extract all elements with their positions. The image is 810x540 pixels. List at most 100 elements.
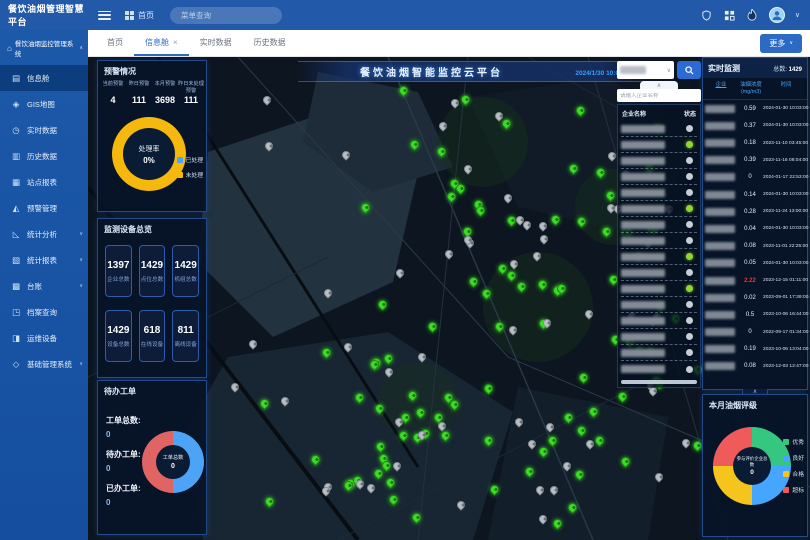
table-row[interactable]: 0.022023-09-01 17:39:00 xyxy=(703,289,807,306)
sidebar-item-device-ops[interactable]: ◨运维设备 xyxy=(0,325,88,351)
status-dot-online xyxy=(686,205,693,212)
company-name-input[interactable] xyxy=(620,93,698,99)
list-item[interactable] xyxy=(621,249,697,265)
list-item[interactable] xyxy=(621,201,697,217)
table-row[interactable]: 0.042024-01-30 10:03:00 xyxy=(703,220,807,237)
list-item[interactable] xyxy=(621,265,697,281)
table-row[interactable]: 0.592024-01-30 10:03:00 xyxy=(703,100,807,117)
list-item[interactable] xyxy=(621,217,697,233)
sidebar-item-label: GIS地图 xyxy=(27,99,55,110)
warning-panel-title: 预警情况 xyxy=(98,61,206,80)
list-item[interactable] xyxy=(621,361,697,377)
status-dot-online xyxy=(686,141,693,148)
table-row[interactable]: 02024-01-17 22:53:00 xyxy=(703,169,807,186)
sidebar-item-ledger[interactable]: ▩台账∨ xyxy=(0,273,88,299)
sidebar-item-stat-report[interactable]: ▧统计报表∨ xyxy=(0,247,88,273)
sidebar-item-dashboard[interactable]: ▤信息舱 xyxy=(0,65,88,91)
company-name-redacted xyxy=(621,333,665,341)
reading-time: 2023-10-06 13:04:00 xyxy=(763,347,807,352)
work-order-donut: 工单总数 0 xyxy=(142,431,204,493)
warning-stat-label: 本月预警 xyxy=(152,81,178,94)
list-item[interactable] xyxy=(621,313,697,329)
table-row[interactable]: 0.192023-10-06 13:04:00 xyxy=(703,341,807,358)
dashboard-icon: ▤ xyxy=(11,73,21,84)
table-row[interactable]: 0.082023-11-01 22:25:00 xyxy=(703,238,807,255)
reading-time: 2023-11-10 03:45:00 xyxy=(763,141,807,146)
list-item[interactable] xyxy=(621,345,697,361)
status-dot-offline xyxy=(686,366,693,373)
table-row[interactable]: 0.372024-01-30 10:03:00 xyxy=(703,117,807,134)
company-name-redacted xyxy=(621,253,665,261)
list-item[interactable] xyxy=(621,297,697,313)
table-row[interactable]: 0.282023-11-24 13:00:00 xyxy=(703,203,807,220)
sidebar-group-header[interactable]: ⌂ 餐饮油烟监控管理系统 ∧ xyxy=(0,30,88,65)
flame-icon[interactable] xyxy=(746,9,759,22)
list-item[interactable] xyxy=(621,281,697,297)
list-item[interactable] xyxy=(621,137,697,153)
table-row[interactable]: 0.052024-01-30 10:03:00 xyxy=(703,255,807,272)
sidebar-item-base-system[interactable]: ◇基础管理系统∨ xyxy=(0,351,88,377)
density-value: 0.37 xyxy=(737,123,763,129)
breadcrumb-home[interactable]: 首页 xyxy=(125,10,154,21)
company-search-button[interactable] xyxy=(677,61,701,79)
table-row[interactable]: 0.392023-11-16 08:04:00 xyxy=(703,152,807,169)
tab-首页[interactable]: 首页 xyxy=(96,30,134,56)
list-item[interactable] xyxy=(621,121,697,137)
legend-label: 优秀 xyxy=(792,437,804,446)
table-row[interactable]: 02022-09-17 01:34:00 xyxy=(703,323,807,340)
company-name-redacted xyxy=(621,205,665,213)
collapse-toggle[interactable]: ∧ xyxy=(640,81,678,89)
device-stat-value: 1429 xyxy=(141,260,163,271)
sidebar-item-site-report[interactable]: ▦站点报表 xyxy=(0,169,88,195)
map-canvas[interactable]: 餐饮油烟智能监控云平台 2024/1/30 10:03 星期二 预警情况 当前预… xyxy=(88,57,810,540)
sidebar-item-stat-analysis[interactable]: ◺统计分析∨ xyxy=(0,221,88,247)
chevron-down-icon[interactable]: ∨ xyxy=(795,11,800,19)
tab-信息舱[interactable]: 信息舱× xyxy=(134,30,189,56)
menu-search-box[interactable] xyxy=(170,7,282,24)
legend-label: 已处理 xyxy=(186,155,203,164)
warning-stat-value: 3698 xyxy=(152,95,178,105)
company-name-redacted xyxy=(621,173,665,181)
sidebar-item-label: 实时数据 xyxy=(27,125,57,136)
table-row[interactable]: 0.52023-10-06 16:44:00 xyxy=(703,306,807,323)
table-row[interactable]: 0.182023-11-10 03:45:00 xyxy=(703,134,807,151)
sidebar-item-gis-map[interactable]: ◈GIS地图 xyxy=(0,91,88,117)
table-row[interactable]: 0.142024-01-30 10:03:00 xyxy=(703,186,807,203)
company-list: 企业名称 状态 xyxy=(617,104,701,388)
tab-实时数据[interactable]: 实时数据 xyxy=(189,30,243,56)
breadcrumb-home-label: 首页 xyxy=(138,10,154,21)
company-filter-select[interactable]: ∨ xyxy=(617,61,674,79)
table-row[interactable]: 2.222023-12-15 01:11:00 xyxy=(703,272,807,289)
apps-grid-icon[interactable] xyxy=(723,9,736,22)
user-avatar[interactable] xyxy=(769,7,785,23)
company-name-redacted xyxy=(621,125,665,133)
list-item[interactable] xyxy=(621,185,697,201)
sidebar-item-warning-manage[interactable]: ◭预警管理 xyxy=(0,195,88,221)
sidebar-item-archive-query[interactable]: ◳档案查询 xyxy=(0,299,88,325)
list-item[interactable] xyxy=(621,233,697,249)
more-button[interactable]: 更多 ∨ xyxy=(760,34,802,53)
density-value: 0.18 xyxy=(737,140,763,146)
density-value: 2.22 xyxy=(737,278,763,284)
hamburger-menu-icon[interactable] xyxy=(98,11,111,20)
table-row[interactable]: 0.082023-12-03 12:47:00 xyxy=(703,358,807,375)
list-item[interactable] xyxy=(621,169,697,185)
sidebar-item-realtime-data[interactable]: ◷实时数据 xyxy=(0,117,88,143)
menu-search-input[interactable] xyxy=(181,11,278,20)
chevron-down-icon: ∨ xyxy=(79,231,83,237)
list-item[interactable] xyxy=(621,329,697,345)
warning-stat-value: 4 xyxy=(100,95,126,105)
shield-icon[interactable] xyxy=(700,9,713,22)
close-icon[interactable]: × xyxy=(173,38,178,47)
company-list-scrollbar[interactable] xyxy=(621,380,697,384)
reading-time: 2024-01-30 10:03:00 xyxy=(763,123,807,128)
list-item[interactable] xyxy=(621,153,697,169)
company-name-redacted xyxy=(705,225,735,233)
company-name-search[interactable] xyxy=(617,89,701,102)
sidebar-group-label: 餐饮油烟监控管理系统 xyxy=(15,38,76,58)
tab-历史数据[interactable]: 历史数据 xyxy=(243,30,297,56)
company-name-redacted xyxy=(621,157,665,165)
sidebar-item-history-data[interactable]: ▥历史数据 xyxy=(0,143,88,169)
selected-value-redacted xyxy=(620,66,646,74)
reading-time: 2022-09-17 01:34:00 xyxy=(763,330,807,335)
